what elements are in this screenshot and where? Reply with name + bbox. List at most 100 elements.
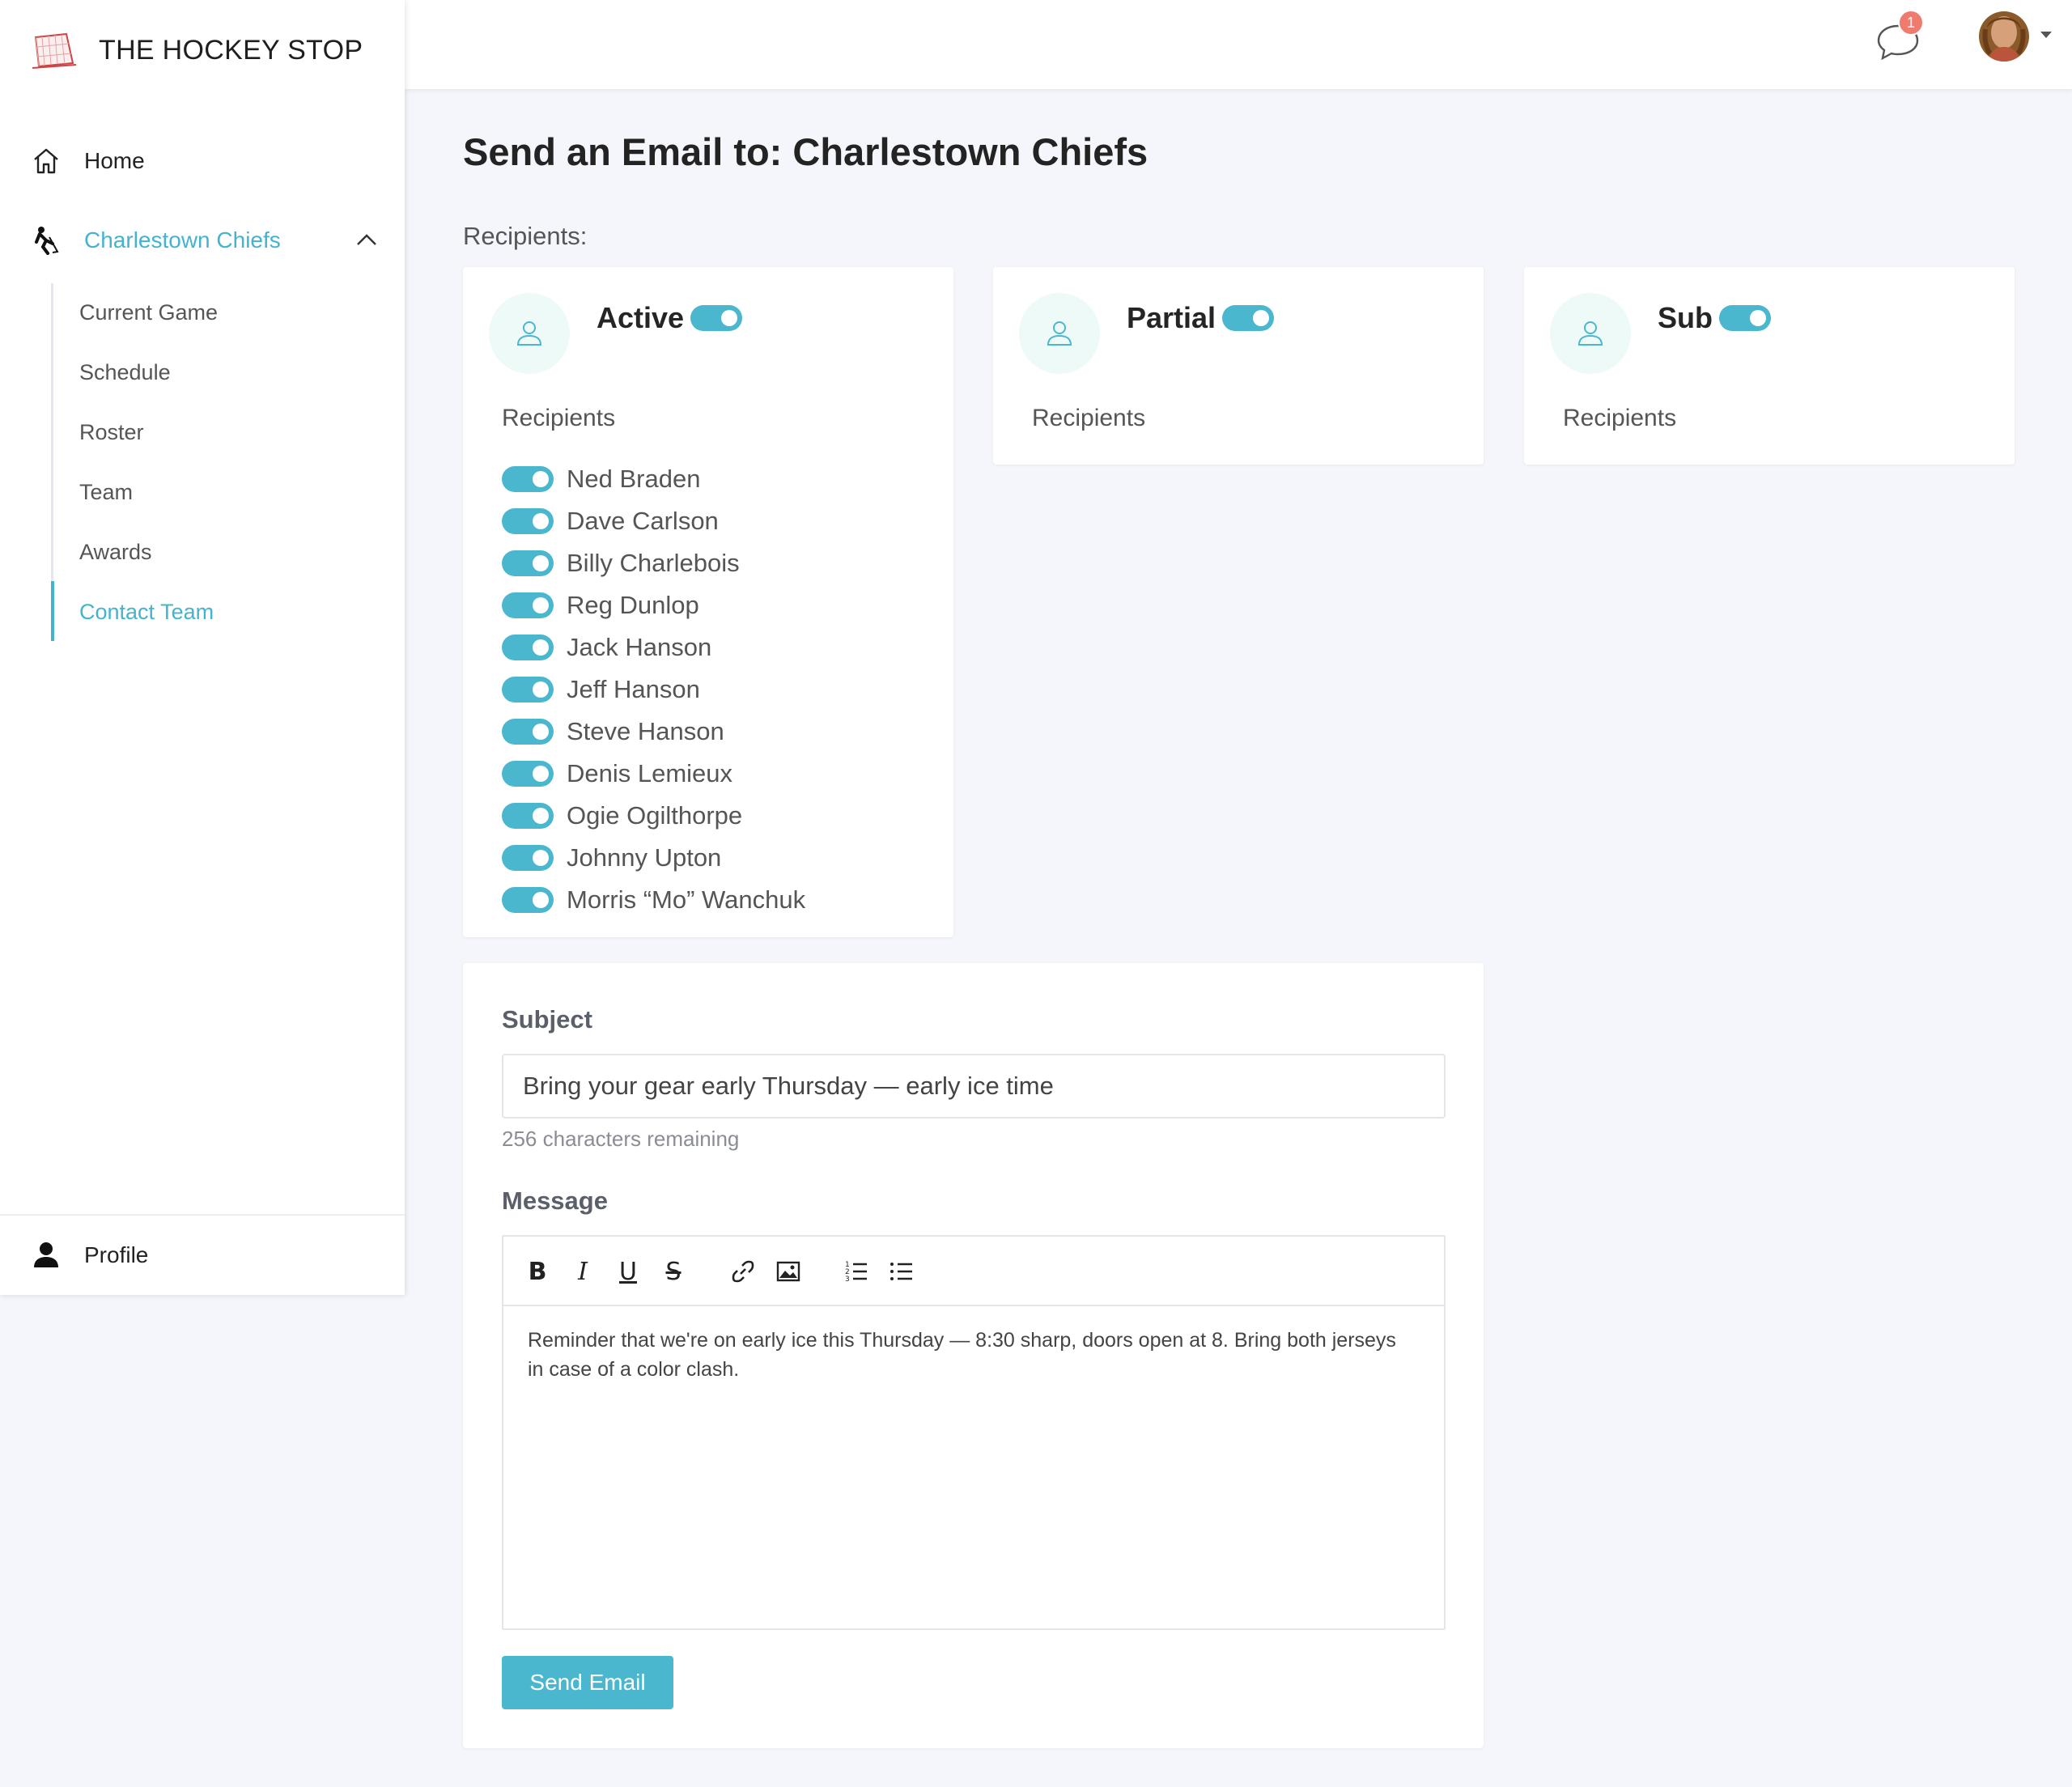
group-title: Active bbox=[597, 301, 685, 334]
recipient-name: Reg Dunlop bbox=[567, 591, 699, 619]
underline-icon[interactable]: U bbox=[615, 1258, 641, 1286]
recipient-name: Johnny Upton bbox=[567, 843, 722, 872]
list-item: Ogie Ogilthorpe bbox=[502, 795, 805, 837]
recipient-group-active: Active Recipients Ned Braden Dave Carlso… bbox=[463, 267, 953, 937]
list-item: Reg Dunlop bbox=[502, 584, 805, 626]
sub-nav-awards[interactable]: Awards bbox=[79, 540, 152, 565]
recipient-name: Steve Hanson bbox=[567, 717, 724, 745]
recipient-name: Dave Carlson bbox=[567, 507, 719, 535]
recipient-toggle[interactable] bbox=[502, 761, 554, 787]
list-item: Billy Charlebois bbox=[502, 542, 805, 584]
editor-toolbar: B I U S 1 2 3 bbox=[503, 1237, 1444, 1306]
recipient-toggle[interactable] bbox=[502, 803, 554, 829]
chars-remaining: 256 characters remaining bbox=[502, 1127, 740, 1151]
recipient-name: Denis Lemieux bbox=[567, 759, 733, 787]
sub-nav-schedule[interactable]: Schedule bbox=[79, 360, 171, 385]
group-active-toggle[interactable] bbox=[690, 305, 743, 331]
sub-nav-contact-team[interactable]: Contact Team bbox=[79, 600, 214, 625]
recipient-toggle[interactable] bbox=[502, 677, 554, 702]
sub-nav-current-game[interactable]: Current Game bbox=[79, 300, 218, 325]
group-title: Partial bbox=[1127, 301, 1216, 334]
bullet-list-icon[interactable] bbox=[889, 1259, 915, 1284]
group-sub-toggle[interactable] bbox=[1719, 305, 1771, 331]
list-item: Ned Braden bbox=[502, 458, 805, 500]
group-header: Active bbox=[597, 301, 743, 335]
nav-profile-label: Profile bbox=[84, 1242, 149, 1267]
nav-home[interactable]: Home bbox=[31, 146, 145, 176]
sub-nav-team[interactable]: Team bbox=[79, 480, 133, 505]
group-header: Partial bbox=[1127, 301, 1275, 335]
send-email-button[interactable]: Send Email bbox=[502, 1656, 673, 1709]
strikethrough-icon[interactable]: S bbox=[660, 1258, 686, 1286]
message-editor[interactable]: B I U S 1 2 3 Reminder that we're on ear… bbox=[502, 1235, 1446, 1630]
sidebar: THE HOCKEY STOP Home Charlestown Chiefs … bbox=[0, 0, 405, 1295]
user-icon bbox=[34, 1242, 58, 1267]
group-header: Sub bbox=[1658, 301, 1771, 335]
recipient-name: Jeff Hanson bbox=[567, 675, 700, 703]
recipients-heading: Recipients bbox=[1563, 405, 1677, 431]
user-outline-icon bbox=[1047, 321, 1072, 346]
recipient-toggle[interactable] bbox=[502, 635, 554, 660]
recipient-toggle[interactable] bbox=[502, 592, 554, 618]
caret-down-icon[interactable] bbox=[2040, 31, 2053, 39]
list-item: Morris “Mo” Wanchuk bbox=[502, 879, 805, 921]
recipient-toggle[interactable] bbox=[502, 550, 554, 576]
list-item: Jack Hanson bbox=[502, 626, 805, 669]
list-item: Steve Hanson bbox=[502, 711, 805, 753]
hockey-player-icon bbox=[31, 225, 62, 256]
image-icon[interactable] bbox=[775, 1259, 801, 1284]
user-outline-icon bbox=[1577, 321, 1603, 346]
recipient-toggle[interactable] bbox=[502, 719, 554, 745]
list-item: Johnny Upton bbox=[502, 837, 805, 879]
subject-label: Subject bbox=[502, 1005, 592, 1034]
notification-badge: 1 bbox=[1898, 10, 1924, 36]
recipient-toggle[interactable] bbox=[502, 845, 554, 871]
recipients-heading: Recipients bbox=[1032, 405, 1146, 431]
avatar[interactable] bbox=[1979, 11, 2029, 62]
recipient-toggle[interactable] bbox=[502, 887, 554, 913]
group-avatar bbox=[489, 293, 570, 374]
user-outline-icon bbox=[516, 321, 542, 346]
italic-icon[interactable]: I bbox=[570, 1258, 596, 1286]
recipient-name: Billy Charlebois bbox=[567, 549, 740, 577]
sidebar-footer: Profile bbox=[0, 1214, 405, 1295]
recipient-name: Morris “Mo” Wanchuk bbox=[567, 885, 806, 914]
recipient-list: Ned Braden Dave Carlson Billy Charlebois… bbox=[502, 458, 805, 921]
hockey-net-logo-icon bbox=[32, 32, 77, 69]
email-composer: Subject 256 characters remaining Message… bbox=[463, 963, 1484, 1748]
home-icon bbox=[31, 146, 62, 176]
group-title: Sub bbox=[1658, 301, 1713, 334]
recipient-name: Ned Braden bbox=[567, 465, 701, 493]
brand[interactable]: THE HOCKEY STOP bbox=[31, 31, 363, 70]
link-icon[interactable] bbox=[730, 1259, 756, 1284]
nav-profile[interactable]: Profile bbox=[31, 1240, 148, 1271]
nav-team-charlestown-chiefs[interactable]: Charlestown Chiefs bbox=[31, 225, 281, 256]
sub-nav-roster[interactable]: Roster bbox=[79, 420, 144, 445]
chevron-up-icon[interactable] bbox=[355, 230, 379, 249]
group-partial-toggle[interactable] bbox=[1222, 305, 1275, 331]
nav-team-label: Charlestown Chiefs bbox=[84, 227, 281, 253]
recipient-toggle[interactable] bbox=[502, 466, 554, 492]
list-item: Dave Carlson bbox=[502, 500, 805, 542]
svg-text:3: 3 bbox=[845, 1276, 850, 1284]
ordered-list-icon[interactable]: 1 2 3 bbox=[843, 1259, 869, 1284]
recipient-toggle[interactable] bbox=[502, 508, 554, 534]
bold-icon[interactable]: B bbox=[524, 1258, 550, 1286]
message-label: Message bbox=[502, 1186, 608, 1215]
page-title: Send an Email to: Charlestown Chiefs bbox=[463, 130, 1149, 173]
team-sub-nav: Current Game Schedule Roster Team Awards… bbox=[51, 283, 375, 641]
recipient-group-partial: Partial Recipients bbox=[993, 267, 1484, 465]
recipient-group-sub: Sub Recipients bbox=[1524, 267, 2015, 465]
brand-name: THE HOCKEY STOP bbox=[99, 34, 363, 66]
group-avatar bbox=[1550, 293, 1631, 374]
message-body[interactable]: Reminder that we're on early ice this Th… bbox=[528, 1326, 1402, 1384]
nav-home-label: Home bbox=[84, 148, 145, 173]
recipients-heading: Recipients bbox=[502, 405, 616, 431]
recipient-name: Ogie Ogilthorpe bbox=[567, 801, 743, 830]
active-indicator bbox=[51, 581, 54, 641]
recipient-name: Jack Hanson bbox=[567, 633, 712, 661]
list-item: Jeff Hanson bbox=[502, 669, 805, 711]
subject-input[interactable] bbox=[502, 1054, 1446, 1118]
group-avatar bbox=[1019, 293, 1100, 374]
recipients-label: Recipients: bbox=[463, 222, 588, 250]
